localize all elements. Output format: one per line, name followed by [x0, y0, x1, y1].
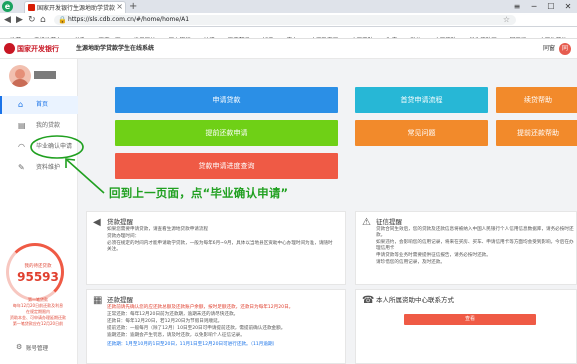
annotation-overlay	[30, 135, 105, 194]
highlight-ellipse	[30, 135, 84, 159]
screen: e 国家开发银行生源地助学贷款学生在线系统 × + ≡ ─ ☐ ✕ ◀ ▶ ↻ …	[0, 0, 577, 364]
annotation-text: 回到上一页面，点“毕业确认申请”	[109, 186, 289, 200]
annotation-arrow	[66, 159, 105, 194]
